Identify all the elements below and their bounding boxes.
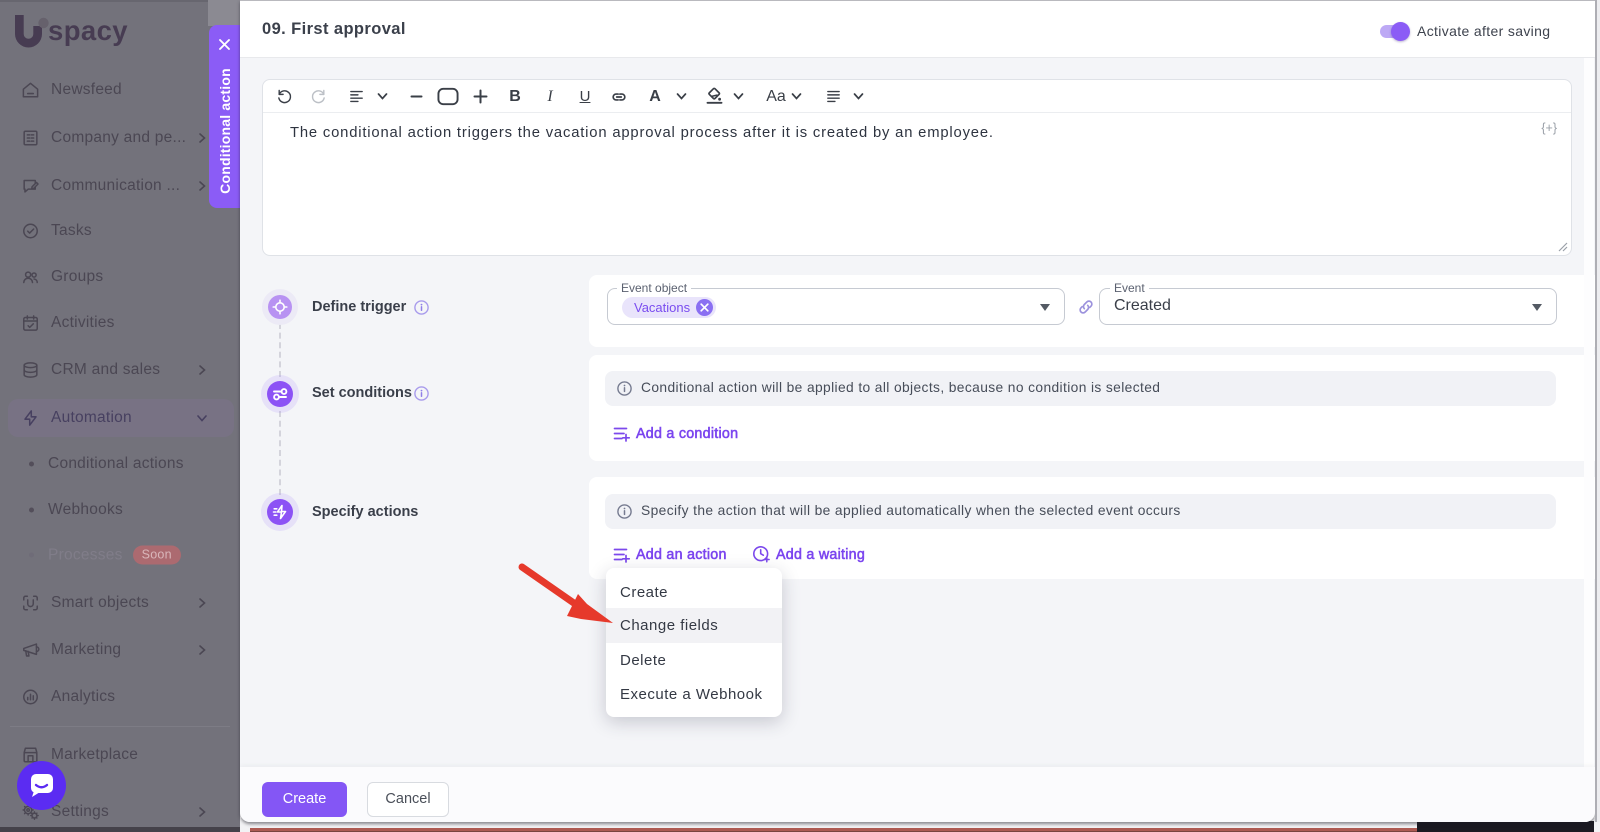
svg-text:spacy: spacy xyxy=(48,15,128,46)
